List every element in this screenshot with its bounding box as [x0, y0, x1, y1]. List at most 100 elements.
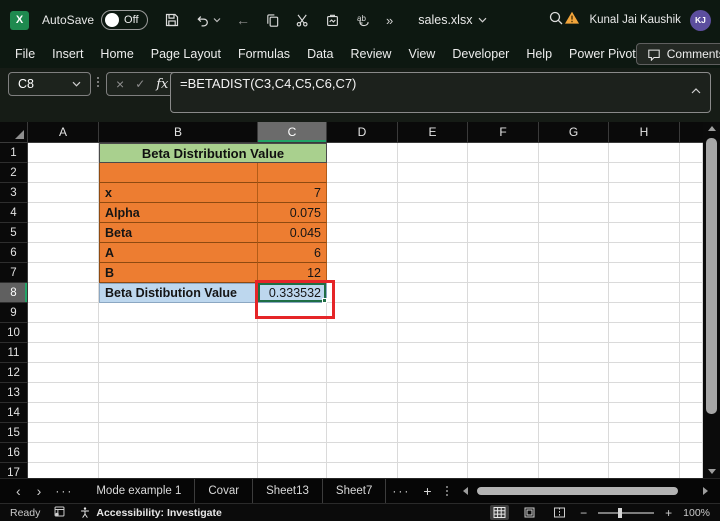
cell[interactable]: [539, 403, 609, 423]
new-sheet-icon[interactable]: +: [416, 483, 438, 499]
cell[interactable]: [539, 263, 609, 283]
cell[interactable]: [258, 463, 327, 478]
cell[interactable]: [28, 343, 99, 363]
collapse-formula-bar-icon[interactable]: [691, 82, 701, 97]
cell[interactable]: [680, 223, 703, 243]
cell[interactable]: [28, 263, 99, 283]
cell[interactable]: [539, 243, 609, 263]
cell[interactable]: [258, 303, 327, 323]
sheet-tab[interactable]: Mode example 1: [83, 479, 196, 503]
cell[interactable]: [99, 343, 258, 363]
file-name-menu[interactable]: sales.xlsx: [418, 13, 487, 27]
cell[interactable]: [28, 143, 99, 163]
column-header[interactable]: H: [609, 122, 680, 143]
cell[interactable]: [327, 163, 398, 183]
cell[interactable]: [258, 383, 327, 403]
name-box-resizer[interactable]: [97, 77, 99, 87]
cell[interactable]: [609, 343, 680, 363]
ribbon-tab[interactable]: Insert: [52, 47, 83, 61]
cell[interactable]: [28, 403, 99, 423]
cell[interactable]: [398, 163, 468, 183]
cell[interactable]: [99, 463, 258, 478]
cell[interactable]: [327, 143, 398, 163]
cell[interactable]: [468, 403, 539, 423]
cell[interactable]: [609, 443, 680, 463]
cell[interactable]: [468, 203, 539, 223]
cell[interactable]: [398, 363, 468, 383]
cell[interactable]: [468, 323, 539, 343]
table-value-cell[interactable]: 6: [258, 243, 327, 263]
ribbon-tab[interactable]: Home: [100, 47, 133, 61]
cell[interactable]: [258, 343, 327, 363]
cell[interactable]: [539, 143, 609, 163]
cell[interactable]: [468, 363, 539, 383]
page-break-view-icon[interactable]: [550, 505, 569, 520]
cell[interactable]: [539, 203, 609, 223]
cell[interactable]: [28, 423, 99, 443]
qat-overflow-icon[interactable]: »: [386, 13, 393, 28]
cell[interactable]: [609, 303, 680, 323]
cell[interactable]: [468, 143, 539, 163]
cancel-icon[interactable]: ×: [116, 77, 124, 91]
cell[interactable]: [398, 243, 468, 263]
scroll-down-icon[interactable]: [707, 469, 716, 474]
cell[interactable]: [609, 223, 680, 243]
paste-icon[interactable]: [325, 13, 340, 28]
cell[interactable]: [28, 183, 99, 203]
table-label-cell[interactable]: Beta: [99, 223, 258, 243]
cell[interactable]: [398, 223, 468, 243]
cell[interactable]: [609, 323, 680, 343]
cell[interactable]: [539, 163, 609, 183]
table-label-cell[interactable]: B: [99, 263, 258, 283]
cell[interactable]: [680, 443, 703, 463]
cell[interactable]: [28, 163, 99, 183]
cell[interactable]: [609, 263, 680, 283]
row-header[interactable]: 2: [0, 163, 28, 183]
ribbon-tab[interactable]: Help: [526, 47, 552, 61]
cell[interactable]: [28, 383, 99, 403]
cell[interactable]: [680, 343, 703, 363]
row-header[interactable]: 15: [0, 423, 28, 443]
user-avatar[interactable]: KJ: [689, 9, 711, 31]
table-label-cell[interactable]: x: [99, 183, 258, 203]
cell[interactable]: [398, 383, 468, 403]
row-header[interactable]: 17: [0, 463, 28, 478]
zoom-out-icon[interactable]: −: [580, 506, 587, 520]
cell[interactable]: [468, 263, 539, 283]
autosave-control[interactable]: AutoSave Off: [42, 10, 149, 30]
column-header[interactable]: E: [398, 122, 468, 143]
macro-record-icon[interactable]: [53, 505, 66, 521]
row-header[interactable]: 4: [0, 203, 28, 223]
sheet-tab[interactable]: Sheet7: [323, 479, 387, 503]
cell[interactable]: [609, 383, 680, 403]
save-icon[interactable]: [164, 12, 180, 28]
cell[interactable]: [398, 283, 468, 303]
cell[interactable]: [398, 303, 468, 323]
cell[interactable]: [398, 463, 468, 478]
sheet-tab[interactable]: Covar: [195, 479, 254, 503]
ribbon-tab[interactable]: Data: [307, 47, 333, 61]
vertical-scrollbar[interactable]: [703, 122, 720, 478]
zoom-slider-thumb[interactable]: [618, 507, 623, 518]
cell[interactable]: [680, 423, 703, 443]
cell[interactable]: [327, 203, 398, 223]
cell[interactable]: [398, 203, 468, 223]
select-all-corner[interactable]: [0, 122, 28, 143]
cell[interactable]: [398, 183, 468, 203]
cell[interactable]: [28, 323, 99, 343]
cell[interactable]: [539, 363, 609, 383]
replace-icon[interactable]: ab: [355, 13, 371, 28]
cell[interactable]: [258, 323, 327, 343]
cell[interactable]: [539, 383, 609, 403]
cell[interactable]: [539, 463, 609, 478]
search-icon[interactable]: [548, 10, 564, 31]
row-header[interactable]: 9: [0, 303, 28, 323]
cell[interactable]: [468, 183, 539, 203]
cell[interactable]: [609, 243, 680, 263]
horizontal-scrollbar[interactable]: [462, 486, 708, 496]
more-sheets-left-icon[interactable]: ···: [49, 484, 79, 498]
cell[interactable]: [327, 243, 398, 263]
horizontal-scroll-track[interactable]: [473, 486, 698, 496]
next-sheet-icon[interactable]: ›: [29, 484, 50, 498]
back-icon[interactable]: ←: [236, 13, 250, 27]
